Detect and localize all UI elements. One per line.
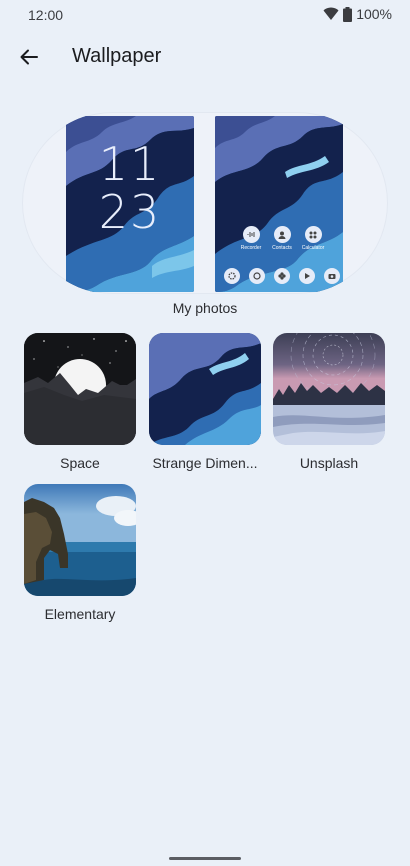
lock-screen-preview: 11 23 xyxy=(66,116,194,292)
gesture-nav-bar[interactable] xyxy=(169,857,241,860)
category-elementary[interactable] xyxy=(24,484,136,596)
category-label: Unsplash xyxy=(299,455,359,471)
status-bar: 12:00 100% xyxy=(0,0,410,30)
battery-icon xyxy=(343,6,353,22)
app-recorder: Recorder xyxy=(241,226,261,251)
battery-level: 100% xyxy=(356,6,392,22)
category-label: Elementary xyxy=(44,606,116,622)
status-time: 12:00 xyxy=(28,7,64,23)
category-unsplash[interactable] xyxy=(273,333,385,445)
category-space[interactable] xyxy=(24,333,136,445)
my-photos-label: My photos xyxy=(172,300,238,316)
app-label: Calculator xyxy=(301,245,325,251)
category-strange-dimensions[interactable] xyxy=(149,333,261,445)
arrow-back-icon xyxy=(20,49,38,65)
app-calculator: Calculator xyxy=(301,226,325,251)
calculator-icon xyxy=(309,231,317,238)
category-label: Space xyxy=(60,455,100,471)
person-icon xyxy=(278,231,286,239)
app-contacts: Contacts xyxy=(272,226,292,251)
camera-icon xyxy=(324,268,340,284)
category-label: Strange Dimen... xyxy=(152,455,258,471)
preview-frame: 11 23 Recorder Contacts Calculator xyxy=(22,112,388,294)
my-photos-preview[interactable]: 11 23 Recorder Contacts Calculator xyxy=(22,112,388,294)
home-apps-row: Recorder Contacts Calculator xyxy=(241,226,325,251)
play-store-icon xyxy=(299,268,315,284)
back-button[interactable] xyxy=(14,42,44,72)
photos-icon xyxy=(274,268,290,284)
home-screen-preview: Recorder Contacts Calculator xyxy=(215,116,343,292)
wifi-icon xyxy=(323,7,339,20)
page-title: Wallpaper xyxy=(72,45,162,67)
top-app-bar: Wallpaper xyxy=(0,38,410,78)
lock-clock: 11 23 xyxy=(66,140,194,236)
app-label: Recorder xyxy=(240,245,262,251)
app-label: Contacts xyxy=(272,245,292,251)
messages-icon xyxy=(249,268,265,284)
lock-clock-hour: 11 xyxy=(98,137,162,191)
settings-icon xyxy=(224,268,240,284)
home-dock xyxy=(224,268,340,284)
lock-clock-minute: 23 xyxy=(98,185,162,239)
status-icons: 100% xyxy=(323,6,392,22)
waveform-icon xyxy=(247,232,254,237)
